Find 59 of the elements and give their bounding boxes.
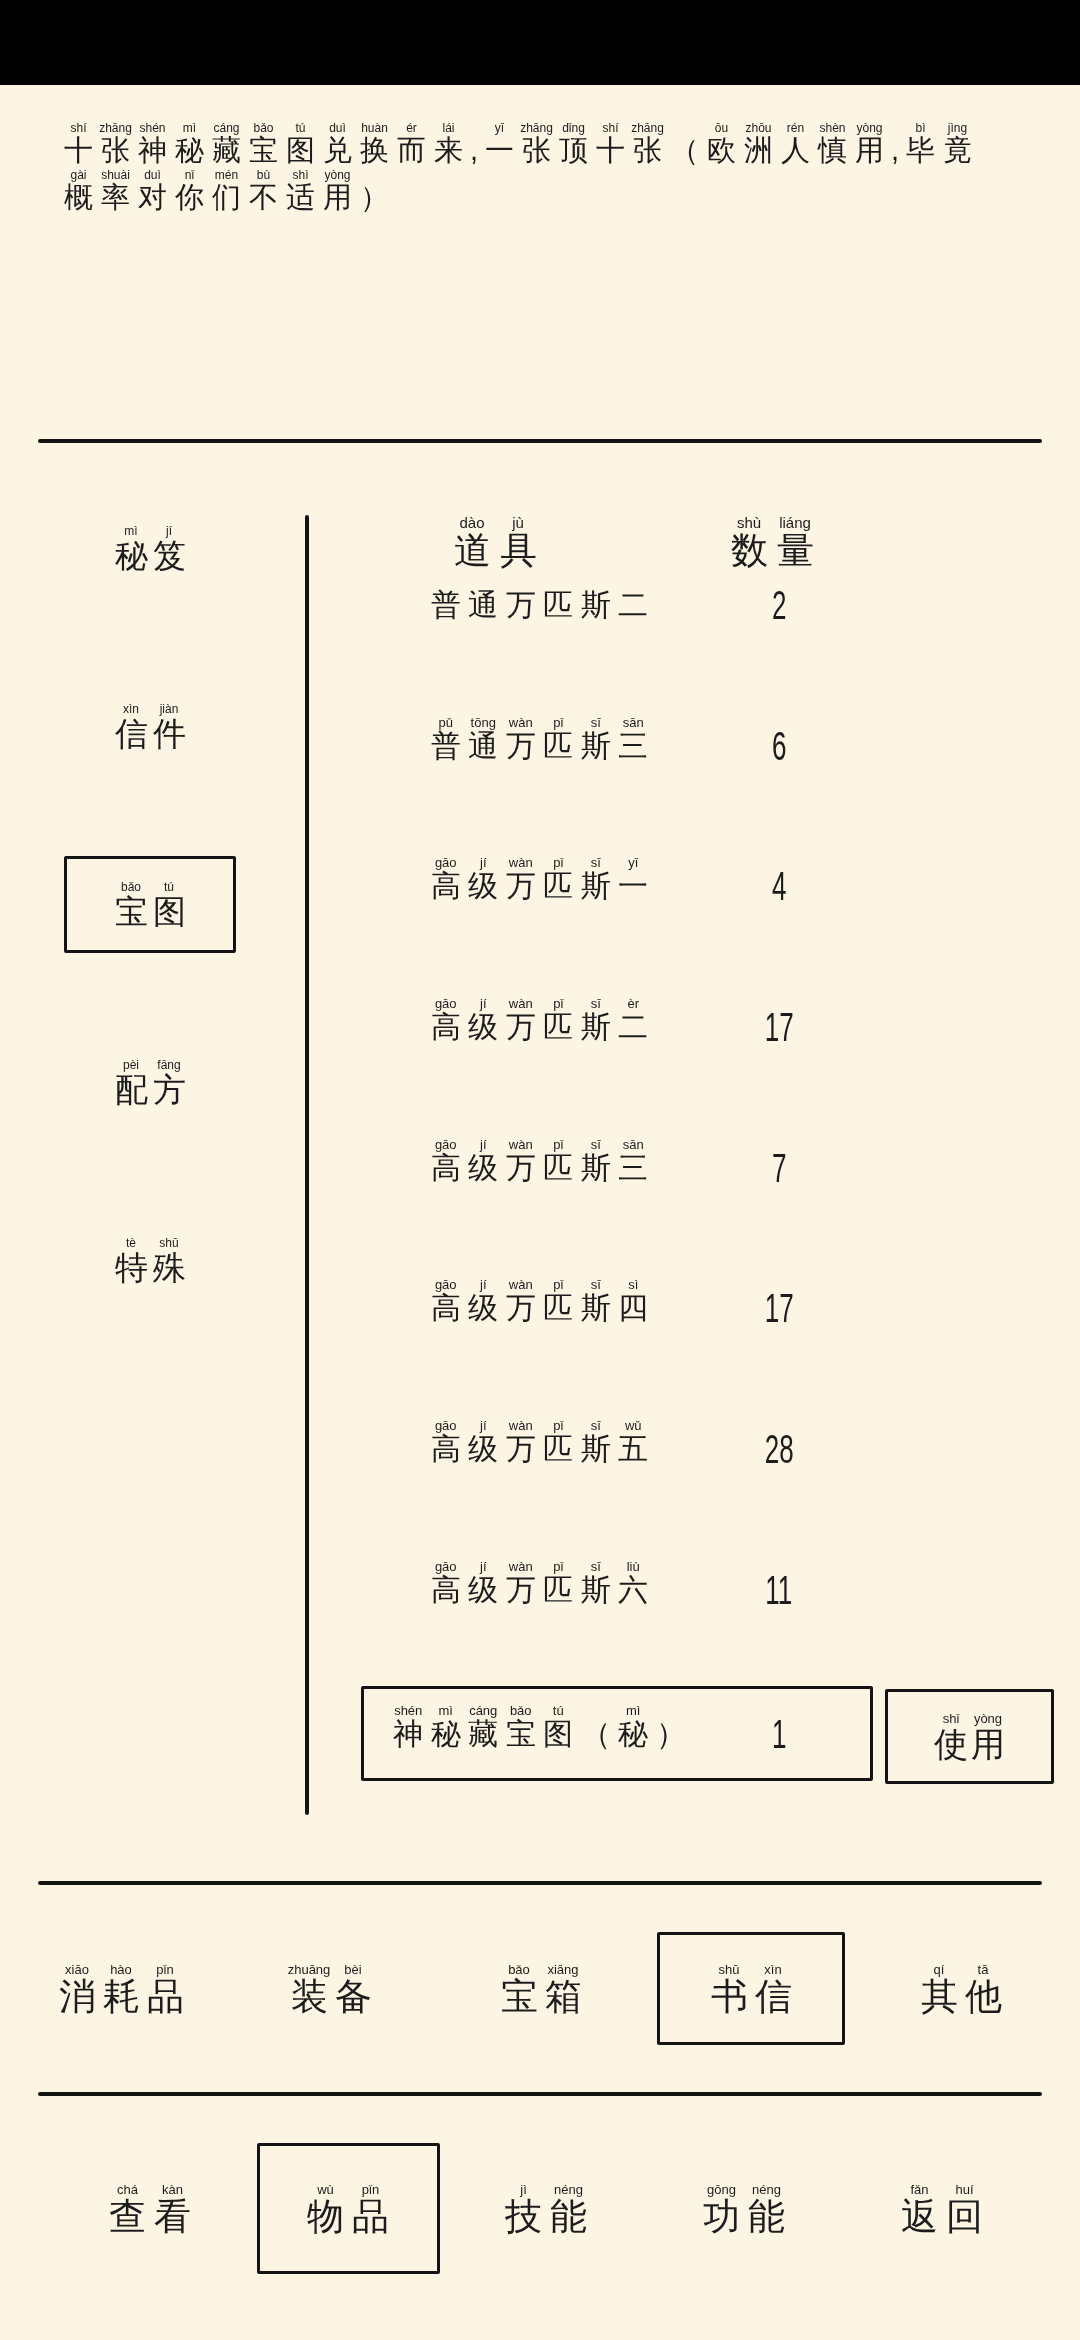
item-name: 普通万匹斯三 <box>429 730 650 761</box>
pinyin-annotation: shù liáng <box>735 515 812 530</box>
item-row[interactable]: gāo jí wàn pǐ sī sì 高级万匹斯四 17 <box>361 1260 873 1356</box>
pinyin-annotation: dào jù <box>458 515 525 530</box>
item-row[interactable]: shén mì cáng bǎo tú mì 神秘藏宝图（秘） 1 <box>361 1686 873 1781</box>
item-name: 高级万匹斯三 <box>429 1152 650 1183</box>
item-count: 4 <box>771 866 787 907</box>
menu-tab[interactable]: fǎn huí 返回 <box>850 2143 1034 2274</box>
menu-tab[interactable]: gōng néng 功能 <box>652 2143 836 2274</box>
pinyin-annotation: gāo jí wàn pǐ sī sān <box>433 1137 645 1151</box>
category-tab[interactable]: xiāo hào pǐn 消耗品 <box>27 1932 215 2045</box>
item-row[interactable]: gāo jí wàn pǐ sī yī 高级万匹斯一 4 <box>361 838 873 934</box>
item-count: 17 <box>764 1007 794 1048</box>
pinyin-annotation: pǔ tōng wàn pǐ sī sān <box>437 715 645 729</box>
category-tab[interactable]: tè shū 特殊 <box>64 1212 236 1309</box>
category-tab[interactable]: zhuāng bèi 装备 <box>237 1932 425 2045</box>
pinyin-annotation: shén mì cáng bǎo tú mì <box>393 1703 642 1717</box>
item-name: 高级万匹斯一 <box>429 871 650 902</box>
category-tab[interactable]: xìn jiàn 信件 <box>64 678 236 775</box>
item-row[interactable]: 普通万匹斯二 2 <box>361 578 873 653</box>
description-text: 概率对你们不适用） <box>63 183 390 212</box>
item-name: 高级万匹斯二 <box>429 1012 650 1043</box>
pinyin-annotation: gāo jí wàn pǐ sī sì <box>434 1278 640 1292</box>
pinyin-annotation: gāo jí wàn pǐ sī liù <box>433 1559 641 1573</box>
category-tab[interactable]: bǎo xiāng 宝箱 <box>447 1932 635 2045</box>
item-count: 2 <box>771 585 787 625</box>
pinyin-annotation: gāo jí wàn pǐ sī yī <box>434 856 640 870</box>
category-tab[interactable]: pèi fāng 配方 <box>64 1034 236 1131</box>
item-name: 神秘藏宝图（秘） <box>392 1718 687 1749</box>
pinyin-annotation: gài shuài duì nǐ mén bù shì yòng <box>70 169 352 181</box>
item-name: 高级万匹斯四 <box>429 1293 650 1324</box>
category-tab[interactable]: qí tā 其他 <box>867 1932 1055 2045</box>
item-count: 7 <box>771 1147 787 1188</box>
menu-tab[interactable]: chá kàn 查看 <box>58 2143 242 2274</box>
description-text: 十张神秘藏宝图兑换而来,一张顶十张（欧洲人慎用,毕竟 <box>63 136 973 165</box>
item-count: 17 <box>764 1288 794 1329</box>
item-row[interactable]: gāo jí wàn pǐ sī èr 高级万匹斯二 17 <box>361 979 873 1075</box>
pinyin-annotation: gāo jí wàn pǐ sī èr <box>434 997 641 1011</box>
category-tab[interactable]: bǎo tú 宝图 <box>64 856 236 953</box>
item-name: 高级万匹斯五 <box>429 1434 650 1465</box>
item-name: 高级万匹斯六 <box>429 1574 650 1605</box>
column-header: 道具 <box>452 532 538 569</box>
pinyin-annotation: gāo jí wàn pǐ sī wǔ <box>434 1419 643 1433</box>
category-tab[interactable]: mì jí 秘笈 <box>64 500 236 597</box>
category-tab[interactable]: shū xìn 书信 <box>657 1932 845 2045</box>
item-row[interactable]: gāo jí wàn pǐ sī wǔ 高级万匹斯五 28 <box>361 1401 873 1497</box>
item-row[interactable]: pǔ tōng wàn pǐ sī sān 普通万匹斯三 6 <box>361 698 873 794</box>
item-count: 6 <box>771 725 787 766</box>
item-count: 28 <box>764 1429 794 1470</box>
item-count: 1 <box>771 1713 787 1754</box>
item-row[interactable]: gāo jí wàn pǐ sī sān 高级万匹斯三 7 <box>361 1120 873 1216</box>
menu-tab[interactable]: wù pǐn 物品 <box>256 2143 440 2274</box>
use-button[interactable]: shǐ yòng 使用 <box>885 1689 1054 1784</box>
pinyin-annotation: shí zhāng shén mì cáng bǎo tú duì huàn ér lái yī zhāng dǐng shí zhāng ōu zhōu rén shèn yòng bì jìng <box>69 122 969 134</box>
item-count: 11 <box>765 1569 793 1610</box>
item-row[interactable]: gāo jí wàn pǐ sī liù 高级万匹斯六 11 <box>361 1542 873 1638</box>
column-header: 数量 <box>729 532 815 569</box>
menu-tab[interactable]: jì néng 技能 <box>454 2143 638 2274</box>
item-name: 普通万匹斯二 <box>429 590 650 620</box>
